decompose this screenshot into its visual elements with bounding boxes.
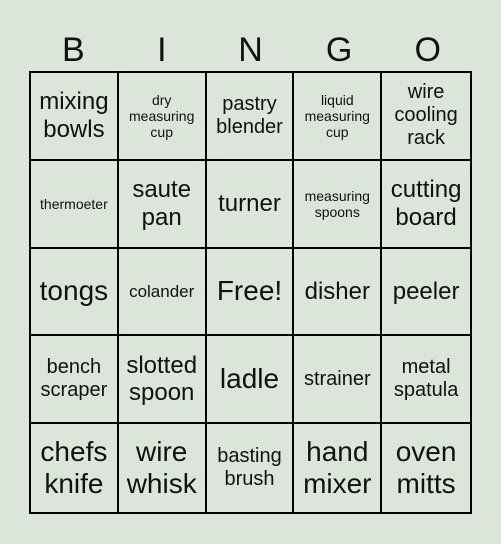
bingo-cell[interactable]: mixing bowls	[31, 73, 119, 161]
bingo-cell[interactable]: pastry blender	[206, 73, 295, 161]
bingo-cell[interactable]: wire whisk	[119, 424, 207, 512]
bingo-cell[interactable]: slotted spoon	[118, 336, 207, 425]
bingo-card-grid: mixing bowls dry measuring cup pastry blen…	[29, 71, 472, 514]
bingo-cell[interactable]: chefs knife	[31, 424, 119, 512]
bingo-cell[interactable]: measuring spoons	[294, 160, 383, 249]
bingo-cell[interactable]: ladle	[206, 336, 295, 425]
bingo-cell[interactable]: hand mixer	[294, 424, 383, 512]
header-letter-b: B	[61, 31, 85, 69]
bingo-cell[interactable]: turner	[206, 160, 295, 249]
bingo-cell[interactable]: peeler	[382, 249, 470, 337]
bingo-cell[interactable]: basting brush	[207, 424, 295, 512]
bingo-cell[interactable]: metal spatula	[382, 336, 470, 425]
free-space-cell[interactable]: Free!	[206, 248, 295, 337]
bingo-cell[interactable]: tongs	[31, 248, 119, 337]
header-letter-o: O	[414, 31, 441, 69]
bingo-cell[interactable]: liquid measuring cup	[294, 73, 383, 161]
header-letter-g: G	[325, 31, 353, 69]
bingo-cell[interactable]: disher	[294, 248, 383, 337]
bingo-header: B I N G O	[29, 28, 472, 72]
header-letter-i: I	[157, 31, 167, 69]
bingo-cell[interactable]: wire cooling rack	[382, 73, 470, 161]
header-letter-n: N	[238, 31, 263, 69]
bingo-cell[interactable]: oven mitts	[382, 424, 470, 512]
bingo-cell[interactable]: bench scraper	[31, 336, 119, 425]
bingo-cell[interactable]: colander	[118, 248, 207, 337]
bingo-cell[interactable]: strainer	[294, 336, 383, 425]
bingo-cell[interactable]: saute pan	[118, 160, 207, 249]
bingo-cell[interactable]: thermoeter	[31, 160, 119, 249]
bingo-cell[interactable]: dry measuring cup	[118, 73, 207, 161]
bingo-cell[interactable]: cutting board	[382, 161, 470, 249]
